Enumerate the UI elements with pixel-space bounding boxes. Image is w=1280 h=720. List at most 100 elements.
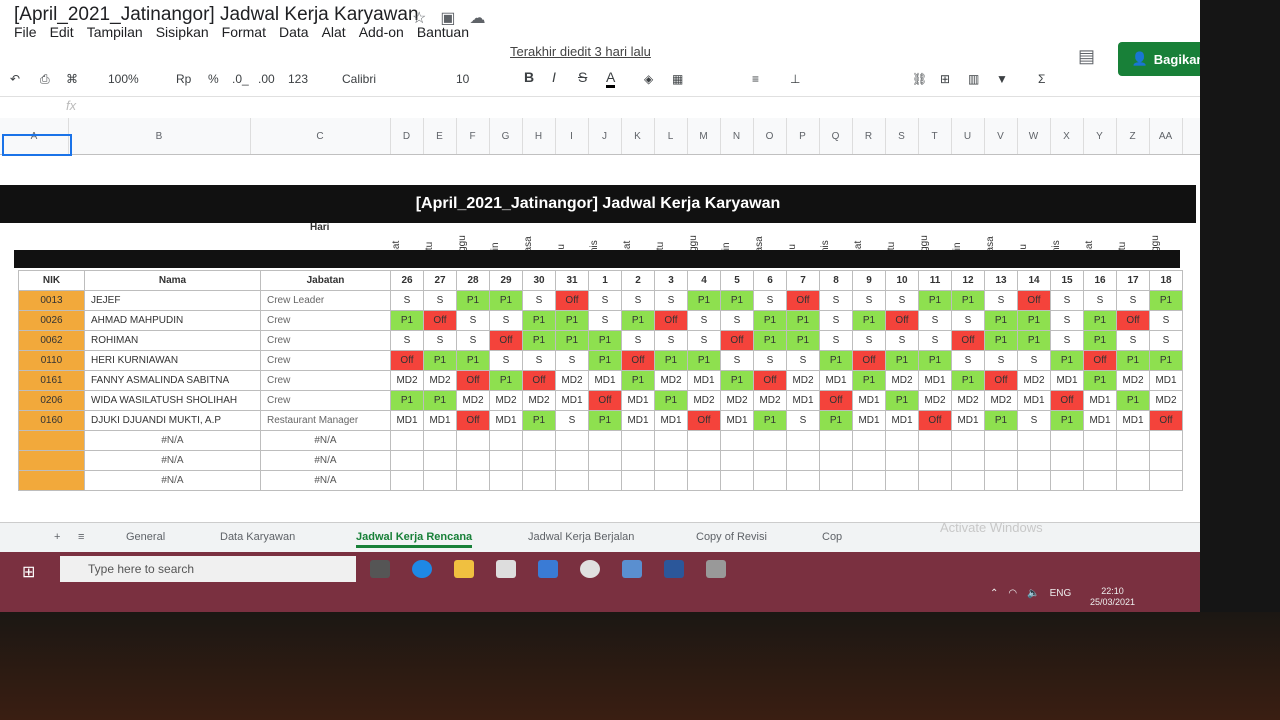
- shift-cell[interactable]: [1149, 430, 1183, 451]
- currency-format[interactable]: Rp: [176, 72, 191, 86]
- name-cell[interactable]: DJUKI DJUANDI MUKTI, A.P: [84, 410, 261, 431]
- shift-cell[interactable]: [555, 430, 589, 451]
- shift-cell[interactable]: S: [753, 290, 787, 311]
- shift-cell[interactable]: Off: [1149, 410, 1183, 431]
- date-header[interactable]: 28: [456, 270, 490, 291]
- shift-cell[interactable]: Off: [786, 290, 820, 311]
- shift-cell[interactable]: [1050, 430, 1084, 451]
- shift-cell[interactable]: P1: [1017, 310, 1051, 331]
- shift-cell[interactable]: Off: [621, 350, 655, 371]
- shift-cell[interactable]: P1: [852, 310, 886, 331]
- shift-cell[interactable]: P1: [1083, 370, 1117, 391]
- date-header[interactable]: 2: [621, 270, 655, 291]
- shift-cell[interactable]: S: [1083, 290, 1117, 311]
- shift-cell[interactable]: MD2: [951, 390, 985, 411]
- shift-cell[interactable]: S: [555, 410, 589, 431]
- shift-cell[interactable]: MD2: [720, 390, 754, 411]
- decimal-less[interactable]: .0_: [232, 72, 249, 86]
- shift-cell[interactable]: P1: [555, 310, 589, 331]
- shift-cell[interactable]: S: [819, 290, 853, 311]
- shift-cell[interactable]: [951, 470, 985, 491]
- shift-cell[interactable]: MD1: [390, 410, 424, 431]
- shift-cell[interactable]: P1: [918, 290, 952, 311]
- shift-cell[interactable]: [984, 470, 1018, 491]
- shift-cell[interactable]: S: [489, 310, 523, 331]
- shift-cell[interactable]: MD1: [621, 390, 655, 411]
- shift-cell[interactable]: P1: [1149, 290, 1183, 311]
- shift-cell[interactable]: P1: [1116, 390, 1150, 411]
- jabatan-cell[interactable]: Restaurant Manager: [260, 410, 391, 431]
- shift-cell[interactable]: MD1: [1083, 390, 1117, 411]
- nik-cell[interactable]: 0206: [18, 390, 85, 411]
- shift-cell[interactable]: Off: [1050, 390, 1084, 411]
- shift-cell[interactable]: Off: [1017, 290, 1051, 311]
- column-header-x[interactable]: X: [1050, 118, 1084, 154]
- shift-cell[interactable]: S: [390, 290, 424, 311]
- shift-cell[interactable]: [885, 430, 919, 451]
- shift-cell[interactable]: S: [819, 310, 853, 331]
- shift-cell[interactable]: S: [588, 290, 622, 311]
- shift-cell[interactable]: MD1: [720, 410, 754, 431]
- shift-cell[interactable]: [588, 430, 622, 451]
- network-app-icon[interactable]: [706, 560, 726, 578]
- date-header[interactable]: 16: [1083, 270, 1117, 291]
- date-header[interactable]: 15: [1050, 270, 1084, 291]
- shift-cell[interactable]: P1: [753, 310, 787, 331]
- shift-cell[interactable]: MD2: [918, 390, 952, 411]
- shift-cell[interactable]: [819, 430, 853, 451]
- shift-cell[interactable]: P1: [753, 330, 787, 351]
- shift-cell[interactable]: MD1: [951, 410, 985, 431]
- windows-start-icon[interactable]: ⊞: [22, 562, 35, 582]
- shift-cell[interactable]: P1: [654, 390, 688, 411]
- jabatan-cell[interactable]: Crew: [260, 350, 391, 371]
- volume-icon[interactable]: 🔈: [1027, 588, 1039, 599]
- menu-item-bantuan[interactable]: Bantuan: [417, 24, 469, 40]
- shift-cell[interactable]: [1149, 470, 1183, 491]
- italic-button[interactable]: I: [552, 69, 556, 85]
- shift-cell[interactable]: P1: [786, 310, 820, 331]
- shift-cell[interactable]: P1: [951, 370, 985, 391]
- column-header-k[interactable]: K: [621, 118, 655, 154]
- shift-cell[interactable]: [1050, 470, 1084, 491]
- column-header-e[interactable]: E: [423, 118, 457, 154]
- shift-cell[interactable]: [654, 470, 688, 491]
- shift-cell[interactable]: P1: [423, 390, 457, 411]
- shift-cell[interactable]: S: [918, 330, 952, 351]
- shift-cell[interactable]: [621, 470, 655, 491]
- shift-cell[interactable]: MD1: [819, 370, 853, 391]
- file-explorer-icon[interactable]: [454, 560, 474, 578]
- shift-cell[interactable]: [1017, 450, 1051, 471]
- date-header[interactable]: 12: [951, 270, 985, 291]
- nik-cell[interactable]: 0110: [18, 350, 85, 371]
- shift-cell[interactable]: [1116, 430, 1150, 451]
- shift-cell[interactable]: Off: [918, 410, 952, 431]
- shift-cell[interactable]: S: [1149, 310, 1183, 331]
- shift-cell[interactable]: MD1: [1017, 390, 1051, 411]
- column-header-t[interactable]: T: [918, 118, 952, 154]
- number-format-select[interactable]: 123: [288, 72, 308, 86]
- shift-cell[interactable]: [489, 470, 523, 491]
- cloud-status-icon[interactable]: ☁: [469, 8, 485, 28]
- shift-cell[interactable]: Off: [522, 370, 556, 391]
- shift-cell[interactable]: S: [687, 330, 721, 351]
- menu-item-edit[interactable]: Edit: [50, 24, 74, 40]
- borders-icon[interactable]: ▦: [672, 72, 683, 86]
- shift-cell[interactable]: [456, 430, 490, 451]
- nik-cell[interactable]: [18, 450, 85, 471]
- text-color-button[interactable]: A: [606, 69, 616, 88]
- shift-cell[interactable]: P1: [1050, 350, 1084, 371]
- shift-cell[interactable]: MD1: [1116, 410, 1150, 431]
- shift-cell[interactable]: P1: [819, 410, 853, 431]
- shift-cell[interactable]: MD2: [885, 370, 919, 391]
- shift-cell[interactable]: S: [654, 330, 688, 351]
- name-cell[interactable]: JEJEF: [84, 290, 261, 311]
- shift-cell[interactable]: [423, 470, 457, 491]
- shift-cell[interactable]: [588, 450, 622, 471]
- shift-cell[interactable]: P1: [1116, 350, 1150, 371]
- shift-cell[interactable]: P1: [984, 310, 1018, 331]
- shift-cell[interactable]: [984, 450, 1018, 471]
- shift-cell[interactable]: [621, 430, 655, 451]
- shift-cell[interactable]: [951, 430, 985, 451]
- shift-cell[interactable]: [555, 450, 589, 471]
- shift-cell[interactable]: S: [918, 310, 952, 331]
